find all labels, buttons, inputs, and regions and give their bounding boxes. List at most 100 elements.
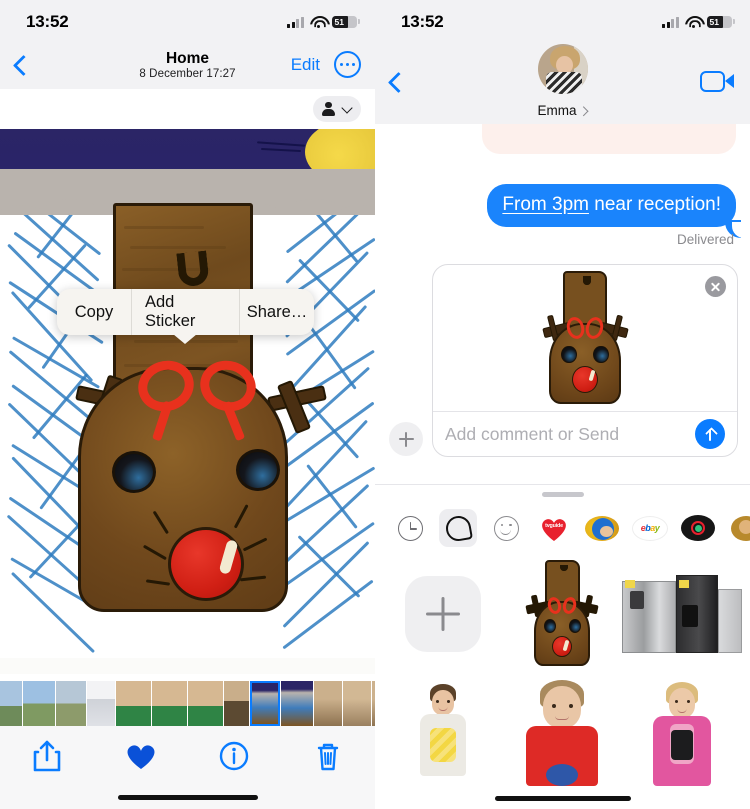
status-indicators: 51 xyxy=(287,12,360,29)
list-item[interactable] xyxy=(314,681,342,726)
sticker-cell[interactable] xyxy=(383,673,503,791)
list-item[interactable] xyxy=(87,681,115,726)
ellipsis-circle-icon[interactable] xyxy=(334,51,361,78)
chevron-right-icon xyxy=(580,107,588,115)
back-button[interactable] xyxy=(385,71,407,93)
boy-red-shirt-sticker[interactable] xyxy=(519,678,605,786)
photo-viewer[interactable]: Copy Add Sticker Share… xyxy=(0,129,375,674)
context-menu-item-share[interactable]: Share… xyxy=(240,289,314,335)
home-indicator xyxy=(494,796,631,801)
list-item[interactable] xyxy=(281,681,313,726)
plus-circle-icon[interactable] xyxy=(389,422,423,456)
send-button[interactable] xyxy=(695,419,725,449)
context-menu-item-add-sticker[interactable]: Add Sticker xyxy=(131,289,240,335)
home-indicator xyxy=(117,795,258,800)
reindeer-eye-left xyxy=(112,451,156,493)
ebay-app-button[interactable]: ebay xyxy=(631,509,669,547)
sticker-comment-input[interactable]: Add comment or Send xyxy=(433,411,737,456)
person-icon xyxy=(322,102,335,117)
info-circle-icon[interactable] xyxy=(214,738,254,774)
reindeer-drawing xyxy=(0,129,375,674)
add-sticker-tile[interactable] xyxy=(404,576,481,652)
reindeer-sticker[interactable] xyxy=(521,555,604,673)
list-item-selected[interactable] xyxy=(250,681,280,726)
message-thread: From 3pm near reception! Delivered Add c… xyxy=(375,124,750,469)
send-arrow-up-icon xyxy=(705,428,716,441)
list-item[interactable] xyxy=(116,681,151,726)
drag-handle[interactable] xyxy=(541,492,584,497)
imessage-app-row[interactable]: tvguide ebay xyxy=(375,503,750,553)
status-bar-right: 13:52 51 xyxy=(375,0,750,40)
contact-name-button[interactable]: Emma xyxy=(537,103,587,118)
reindeer-bow xyxy=(131,353,263,442)
photo-filmstrip[interactable] xyxy=(0,681,375,726)
messages-navigation-bar: Emma xyxy=(375,40,750,124)
dual-phone-screenshot: 13:52 51 Home 8 December 17:27 Edit Copy… xyxy=(0,0,750,809)
drawing-squiggle xyxy=(256,141,313,157)
girl-pink-sticker[interactable] xyxy=(645,678,719,786)
list-item[interactable] xyxy=(56,681,86,726)
list-item[interactable] xyxy=(152,681,187,726)
list-item[interactable] xyxy=(23,681,55,726)
stickers-app-button[interactable] xyxy=(439,509,477,547)
message-text: near reception! xyxy=(588,194,721,215)
reindeer-nose xyxy=(168,527,244,601)
chevron-down-icon xyxy=(342,104,352,114)
status-indicators: 51 xyxy=(662,12,735,29)
nav-right-actions: Edit xyxy=(291,51,361,78)
contact-name: Emma xyxy=(537,103,577,118)
cellular-bars-icon xyxy=(287,16,304,28)
list-item[interactable] xyxy=(224,681,249,726)
boy-yellow-shirt-sticker[interactable] xyxy=(407,678,479,786)
sticker-cell[interactable] xyxy=(503,555,623,673)
sticker-grid xyxy=(375,555,750,809)
previous-message-bubble[interactable] xyxy=(482,124,736,154)
avatar[interactable] xyxy=(537,44,588,94)
sticker-compose-card: Add comment or Send xyxy=(432,264,738,457)
fridges-sticker[interactable] xyxy=(622,575,742,653)
reindeer-eye-right xyxy=(236,449,280,491)
clock-icon xyxy=(397,515,423,541)
delivery-status: Delivered xyxy=(676,232,734,247)
back-button[interactable] xyxy=(10,54,32,76)
wifi-icon xyxy=(310,16,326,28)
sonic-app-button[interactable] xyxy=(583,509,621,547)
ebay-icon: ebay xyxy=(632,515,668,541)
cellular-bars-icon xyxy=(662,16,679,28)
sticker-comment-placeholder: Add comment or Send xyxy=(445,423,620,444)
tvguide-app-button[interactable]: tvguide xyxy=(535,509,573,547)
edit-button[interactable]: Edit xyxy=(291,55,320,75)
vinyl-app-button[interactable] xyxy=(679,509,717,547)
trash-icon[interactable] xyxy=(308,738,348,774)
battery-level: 51 xyxy=(334,16,344,27)
list-item[interactable] xyxy=(188,681,223,726)
facetime-video-icon[interactable] xyxy=(700,71,734,93)
drawing-paper-edge xyxy=(0,658,375,674)
battery-icon: 51 xyxy=(332,15,360,29)
sticker-cell[interactable] xyxy=(503,673,623,791)
list-item[interactable] xyxy=(0,681,22,726)
sticker-cell[interactable] xyxy=(622,555,742,673)
sticker-drawer: tvguide ebay xyxy=(375,484,750,809)
sticker-cell[interactable] xyxy=(622,673,742,791)
sticker-preview[interactable] xyxy=(433,265,737,413)
battery-level: 51 xyxy=(709,16,719,27)
more-app-button[interactable] xyxy=(727,509,750,547)
sticker-cell[interactable] xyxy=(383,555,503,673)
avatar-icon xyxy=(731,515,750,541)
status-bar-left: 13:52 51 xyxy=(0,0,375,40)
close-circle-icon[interactable] xyxy=(705,276,726,297)
people-chip[interactable] xyxy=(313,96,361,122)
red-heart-icon: tvguide xyxy=(540,515,568,541)
emoji-app-button[interactable] xyxy=(487,509,525,547)
outgoing-message-bubble[interactable]: From 3pm near reception! xyxy=(487,184,736,227)
share-icon[interactable] xyxy=(27,738,67,774)
status-time: 13:52 xyxy=(26,12,69,31)
record-icon xyxy=(681,515,715,541)
message-link[interactable]: From 3pm xyxy=(502,194,589,215)
context-menu-pointer xyxy=(173,334,197,344)
heart-filled-icon[interactable] xyxy=(121,738,161,774)
recents-app-button[interactable] xyxy=(391,509,429,547)
context-menu-item-copy[interactable]: Copy xyxy=(57,289,131,335)
list-item[interactable] xyxy=(343,681,371,726)
